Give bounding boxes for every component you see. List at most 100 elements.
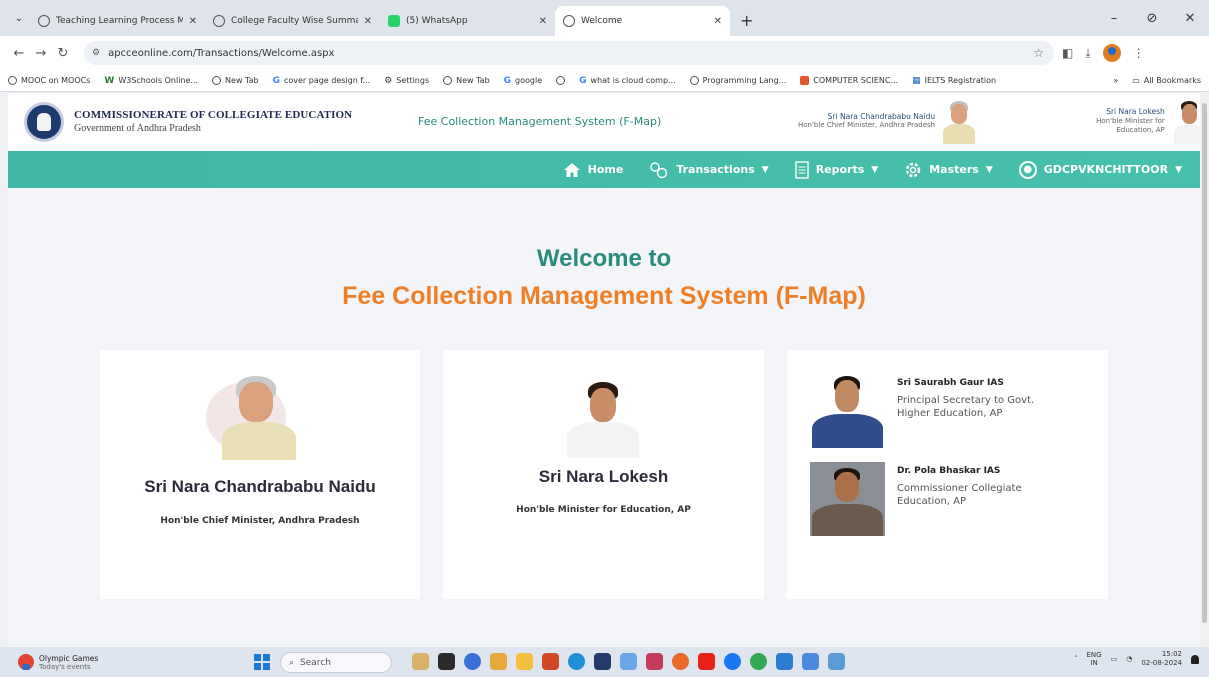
scrollbar-thumb[interactable]: [1202, 103, 1207, 623]
reload-icon[interactable]: ↻: [52, 46, 74, 61]
close-icon[interactable]: ✕: [714, 16, 722, 27]
google-icon: G: [503, 75, 512, 86]
youtube-icon[interactable]: [698, 653, 715, 670]
close-window-icon[interactable]: ✕: [1171, 11, 1209, 26]
leader-name: Sri Nara Lokesh: [1106, 107, 1165, 117]
app-icon[interactable]: [802, 653, 819, 670]
widget-app-icon[interactable]: [412, 653, 429, 670]
chat-app-icon[interactable]: [464, 653, 481, 670]
file-explorer-icon[interactable]: [516, 653, 533, 670]
url-text: apcceonline.com/Transactions/Welcome.asp…: [108, 47, 335, 59]
nav-masters[interactable]: Masters ▼: [904, 161, 993, 179]
minister-photo: [1171, 98, 1200, 144]
chrome-icon[interactable]: [750, 653, 767, 670]
bookmark-google[interactable]: Ggoogle: [504, 76, 542, 86]
download-icon[interactable]: ⤓: [1085, 46, 1090, 61]
close-icon[interactable]: ✕: [189, 16, 197, 27]
bookmarks-overflow-button[interactable]: »: [1113, 76, 1118, 85]
url-input[interactable]: ⚙ apcceonline.com/Transactions/Welcome.a…: [84, 41, 1054, 65]
minister-card: Sri Nara Lokesh Hon'ble Minister for Edu…: [443, 350, 764, 599]
minister-role: Hon'ble Minister for Education, AP: [516, 505, 691, 515]
browser-tab-3[interactable]: (5) WhatsApp ✕: [380, 6, 555, 36]
cm-role: Hon'ble Chief Minister, Andhra Pradesh: [160, 516, 360, 526]
bookmark-mooc[interactable]: MOOC on MOOCs: [8, 76, 90, 85]
nav-transactions[interactable]: Transactions ▼: [649, 161, 769, 179]
notification-bell-icon[interactable]: [1191, 654, 1199, 664]
windows-start-icon[interactable]: [254, 654, 270, 670]
profile-avatar[interactable]: [1102, 44, 1121, 62]
minimize-icon[interactable]: –: [1095, 11, 1133, 26]
firefox-icon[interactable]: [672, 653, 689, 670]
government-emblem-logo: [24, 102, 64, 142]
restore-icon[interactable]: ⊘: [1133, 11, 1171, 26]
back-icon[interactable]: ←: [8, 46, 30, 61]
page-scrollbar[interactable]: [1200, 93, 1209, 647]
news-subtitle: Today's events: [39, 662, 91, 671]
clock[interactable]: 15:02 02-08-2024: [1141, 650, 1182, 668]
site-info-icon[interactable]: ⚙: [92, 48, 100, 58]
app-icon[interactable]: [828, 653, 845, 670]
browser-tab-2[interactable]: College Faculty Wise Summary ✕: [205, 6, 380, 36]
nav-user-menu[interactable]: ● GDCPVKNCHITTOOR ▼: [1018, 160, 1182, 179]
taskbar-search-input[interactable]: ⌕ Search: [280, 652, 392, 673]
globe-icon: [443, 76, 453, 85]
news-widget[interactable]: Olympic Games Today's events: [18, 654, 98, 671]
app-icon[interactable]: [620, 653, 637, 670]
new-tab-button[interactable]: +: [730, 11, 763, 36]
bookmark-computer-science[interactable]: COMPUTER SCIENC...: [800, 76, 898, 85]
google-icon: G: [579, 75, 587, 86]
minister-name: Sri Nara Lokesh: [538, 467, 669, 486]
nav-home[interactable]: Home: [563, 162, 624, 178]
bookmark-new-tab[interactable]: New Tab: [212, 76, 259, 85]
clock-date: 02-08-2024: [1141, 659, 1182, 668]
window-controls: – ⊘ ✕: [1095, 0, 1209, 36]
main-content: Welcome to Fee Collection Management Sys…: [8, 188, 1200, 647]
browser-tab-1[interactable]: Teaching Learning Process Mo ✕: [30, 6, 205, 36]
photos-app-icon[interactable]: [490, 653, 507, 670]
bookmark-cloud[interactable]: Gwhat is cloud comp...: [579, 76, 676, 86]
all-bookmarks-button[interactable]: ▭ All Bookmarks: [1132, 76, 1201, 85]
close-icon[interactable]: ✕: [364, 16, 372, 27]
tab-search-icon[interactable]: ⌄: [8, 5, 30, 31]
tab-title: Welcome: [581, 16, 623, 26]
volume-icon[interactable]: ◔: [1126, 655, 1132, 663]
cm-card: Sri Nara Chandrababu Naidu Hon'ble Chief…: [100, 350, 420, 599]
clock-time: 15:02: [1161, 650, 1182, 658]
bookmarks-bar: MOOC on MOOCs W W3Schools Online... New T…: [0, 70, 1209, 92]
bookmark-settings[interactable]: ⚙ Settings: [384, 76, 429, 86]
forward-icon[interactable]: →: [30, 46, 52, 61]
bookmark-star-icon[interactable]: ☆: [1033, 46, 1044, 60]
gear-icon: [904, 161, 922, 179]
bookmark-globe[interactable]: [556, 76, 566, 85]
network-icon[interactable]: ▭: [1111, 655, 1118, 663]
task-view-icon[interactable]: [438, 653, 455, 670]
folder-icon: ▭: [1132, 76, 1140, 85]
reports-icon: [794, 160, 809, 179]
nav-home-label: Home: [587, 163, 624, 176]
transactions-icon: [649, 161, 669, 179]
bookmark-new-tab-2[interactable]: New Tab: [443, 76, 490, 85]
store-app-icon[interactable]: [594, 653, 611, 670]
word-app-icon[interactable]: [776, 653, 793, 670]
cm-photo: [941, 98, 977, 144]
nav-reports[interactable]: Reports ▼: [794, 160, 878, 179]
news-title: Olympic Games: [39, 653, 99, 663]
search-placeholder: Search: [300, 657, 331, 668]
bookmark-w3schools[interactable]: W W3Schools Online...: [104, 76, 198, 86]
menu-dots-icon[interactable]: ⋮: [1133, 46, 1145, 60]
main-navbar: Home Transactions ▼ Reports ▼ Masters ▼ …: [8, 151, 1200, 188]
edge-browser-icon[interactable]: [568, 653, 585, 670]
bookmark-ielts[interactable]: ▦ IELTS Registration: [912, 76, 996, 86]
office-app-icon[interactable]: [542, 653, 559, 670]
globe-icon: [38, 15, 50, 27]
close-icon[interactable]: ✕: [539, 16, 547, 27]
official-designation: Education, AP: [897, 496, 967, 507]
browser-tab-4-active[interactable]: Welcome ✕: [555, 6, 730, 36]
bookmark-programming[interactable]: Programming Lang...: [689, 76, 786, 85]
chevron-up-icon[interactable]: ˄: [1074, 655, 1078, 663]
app-icon[interactable]: [646, 653, 663, 670]
extensions-icon[interactable]: ◧: [1062, 46, 1073, 60]
language-indicator[interactable]: ENG IN: [1086, 651, 1101, 668]
bookmark-cover-page[interactable]: Gcover page design f...: [273, 76, 371, 86]
facebook-icon[interactable]: [724, 653, 741, 670]
